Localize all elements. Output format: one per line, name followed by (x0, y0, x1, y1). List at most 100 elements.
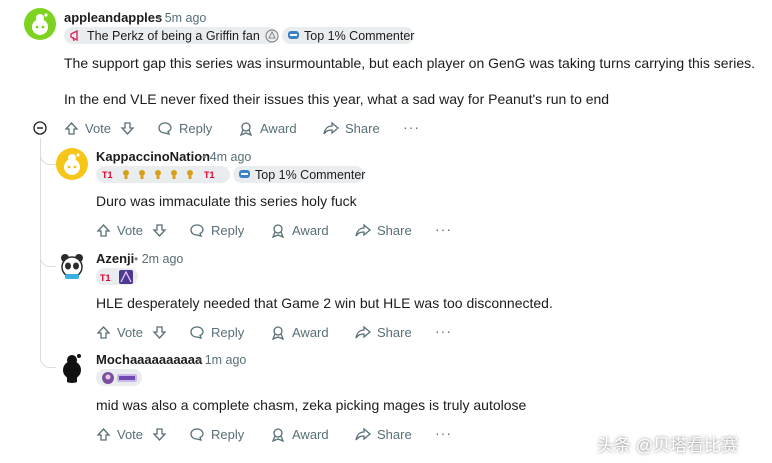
time-text: 1m ago (204, 353, 247, 367)
collapse-icon (33, 121, 47, 135)
share-button[interactable]: Share (355, 427, 412, 442)
more-options-button[interactable]: ··· (435, 323, 452, 339)
reply-icon (158, 122, 172, 135)
comment-text-line: The support gap this series was insurmou… (64, 55, 756, 71)
award-label: Award (292, 427, 329, 442)
share-button[interactable]: Share (355, 223, 412, 238)
award-button[interactable]: Award (238, 121, 297, 136)
t1-emoji-icon: T1 (100, 269, 133, 284)
share-icon (355, 223, 371, 237)
thread-connector (40, 150, 57, 165)
character-emoji-icon (102, 371, 137, 384)
vote-label: Vote (117, 325, 144, 340)
upvote-button[interactable]: Vote (96, 223, 143, 238)
time-text: 4m ago (209, 150, 252, 164)
reply-button[interactable]: Reply (189, 427, 244, 442)
comment-username[interactable]: appleandapples (64, 10, 162, 25)
comment-time: • 5m ago (157, 11, 207, 25)
award-label: Award (292, 223, 329, 238)
share-label: Share (377, 427, 412, 442)
downvote-button[interactable] (152, 427, 167, 447)
reply-button[interactable]: Reply (189, 223, 244, 238)
share-icon (355, 427, 371, 441)
reply-label: Reply (211, 325, 245, 340)
top-commenter-badge: Top 1% Commenter (282, 27, 414, 44)
reply-icon (190, 224, 204, 237)
comment-text-line: HLE desperately needed that Game 2 win b… (96, 295, 553, 311)
flair-text: The Perkz of being a Griffin fan (87, 28, 260, 43)
upvote-icon (96, 428, 111, 441)
svg-text:T1: T1 (204, 170, 215, 180)
share-button[interactable]: Share (355, 325, 412, 340)
reply-button[interactable]: Reply (189, 325, 244, 340)
thread-connector (40, 252, 57, 267)
share-label: Share (377, 325, 412, 340)
award-label: Award (260, 121, 297, 136)
time-text: 5m ago (164, 11, 207, 25)
panda-avatar-icon (61, 254, 83, 279)
reply-icon (190, 428, 204, 441)
vote-label: Vote (85, 121, 112, 136)
team-emoji-flair: T1 T1 (96, 166, 230, 183)
thread-connector (40, 353, 57, 368)
more-options-button[interactable]: ··· (435, 425, 452, 441)
downvote-button[interactable] (152, 325, 167, 345)
thread-line[interactable] (40, 138, 41, 360)
badge-text: Top 1% Commenter (304, 28, 415, 43)
comment-username[interactable]: Azenji (96, 251, 134, 266)
share-label: Share (345, 121, 380, 136)
upvote-button[interactable]: Vote (64, 121, 111, 136)
user-flair: The Perkz of being a Griffin fan (64, 27, 279, 44)
more-options-button[interactable]: ··· (403, 119, 420, 135)
downvote-button[interactable] (152, 223, 167, 243)
commenter-badge-icon (238, 169, 251, 181)
t1-trophy-emojis-icon: T1 T1 (102, 170, 215, 180)
team-emoji-flair: T1 (96, 268, 138, 285)
award-icon (271, 326, 285, 340)
upvote-button[interactable]: Vote (96, 325, 143, 340)
watermark: 头条 @贝塔看比赛 (597, 436, 738, 455)
avatar[interactable] (56, 351, 88, 383)
upvote-button[interactable]: Vote (96, 427, 143, 442)
comment-username[interactable]: KappaccinoNation (96, 149, 210, 164)
downvote-icon (152, 224, 167, 237)
upvote-icon (96, 224, 111, 237)
award-button[interactable]: Award (270, 223, 329, 238)
reply-label: Reply (179, 121, 213, 136)
award-button[interactable]: Award (270, 325, 329, 340)
award-icon (271, 428, 285, 442)
comment-time: • 4m ago (202, 150, 252, 164)
comment-text-line: In the end VLE never fixed their issues … (64, 91, 610, 107)
svg-text:T1: T1 (102, 170, 113, 180)
avatar[interactable] (56, 250, 88, 282)
vote-label: Vote (117, 427, 144, 442)
more-options-button[interactable]: ··· (435, 221, 452, 237)
share-icon (323, 121, 339, 135)
downvote-button[interactable] (120, 121, 135, 141)
snoo-silhouette-avatar-icon (63, 354, 81, 383)
avatar[interactable] (24, 8, 56, 40)
downvote-icon (152, 326, 167, 339)
megaphone-icon (69, 29, 83, 42)
reply-button[interactable]: Reply (157, 121, 212, 136)
upvote-icon (96, 326, 111, 339)
award-button[interactable]: Award (270, 427, 329, 442)
emoji-flair (96, 369, 142, 386)
avatar[interactable] (56, 148, 88, 180)
share-label: Share (377, 223, 412, 238)
comment-time: • 1m ago (197, 353, 247, 367)
snoo-avatar-icon (64, 153, 80, 175)
badge-text: Top 1% Commenter (255, 167, 366, 182)
award-icon (239, 122, 253, 136)
share-button[interactable]: Share (323, 121, 380, 136)
vote-label: Vote (117, 223, 144, 238)
downvote-icon (120, 122, 135, 135)
comment-text-line: mid was also a complete chasm, zeka pick… (96, 397, 527, 413)
comment-time: • 2m ago (134, 252, 184, 266)
comment-username[interactable]: Mochaaaaaaaaaa (96, 352, 202, 367)
reply-label: Reply (211, 427, 245, 442)
griffin-logo-icon (265, 28, 279, 43)
reply-label: Reply (211, 223, 245, 238)
award-icon (271, 224, 285, 238)
svg-text:T1: T1 (100, 273, 111, 283)
